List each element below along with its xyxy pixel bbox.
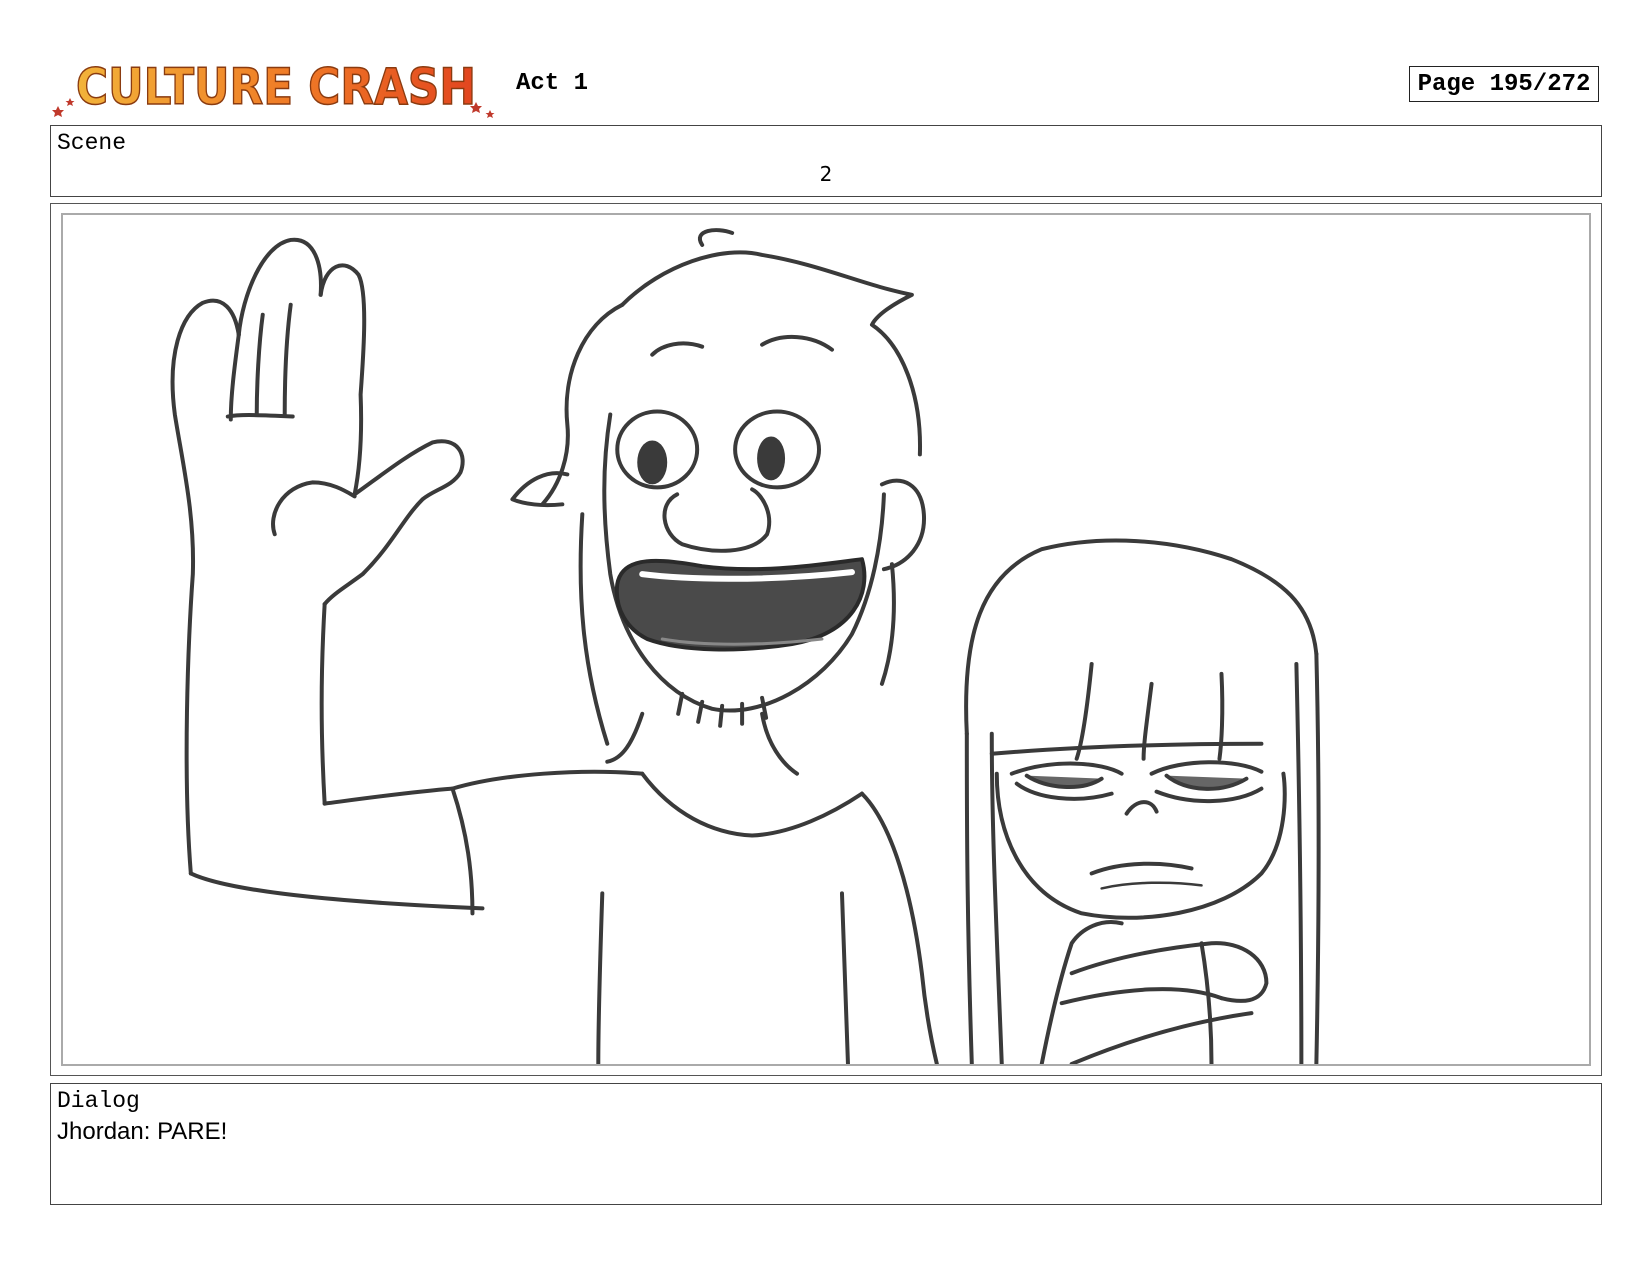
page-indicator: Page 195/272 <box>1409 66 1599 102</box>
man-head <box>510 228 926 746</box>
dialog-label: Dialog <box>57 1088 140 1114</box>
svg-text:CULTURE CRASH: CULTURE CRASH <box>76 58 476 116</box>
storyboard-panel <box>50 203 1602 1076</box>
man-body <box>450 711 939 1064</box>
panel-frame <box>61 213 1591 1066</box>
scene-number: 2 <box>819 162 833 186</box>
culture-crash-logo: CULTURE CRASH <box>52 48 500 122</box>
scene-box: Scene 2 <box>50 125 1602 197</box>
dialog-text: Jhordan: PARE! <box>57 1118 228 1145</box>
act-label: Act 1 <box>516 70 589 97</box>
page-number-text: Page 195/272 <box>1417 70 1591 98</box>
man-left-pupil-icon <box>637 440 668 485</box>
logo-artwork: CULTURE CRASH <box>52 57 495 118</box>
panel-sketch <box>170 228 1321 1064</box>
girl-crossed-arms <box>1039 920 1269 1064</box>
scene-label: Scene <box>57 130 127 156</box>
dialog-box: Dialog Jhordan: PARE! <box>50 1083 1602 1205</box>
man-raised-hand <box>170 237 485 911</box>
man-right-pupil-icon <box>757 436 786 481</box>
